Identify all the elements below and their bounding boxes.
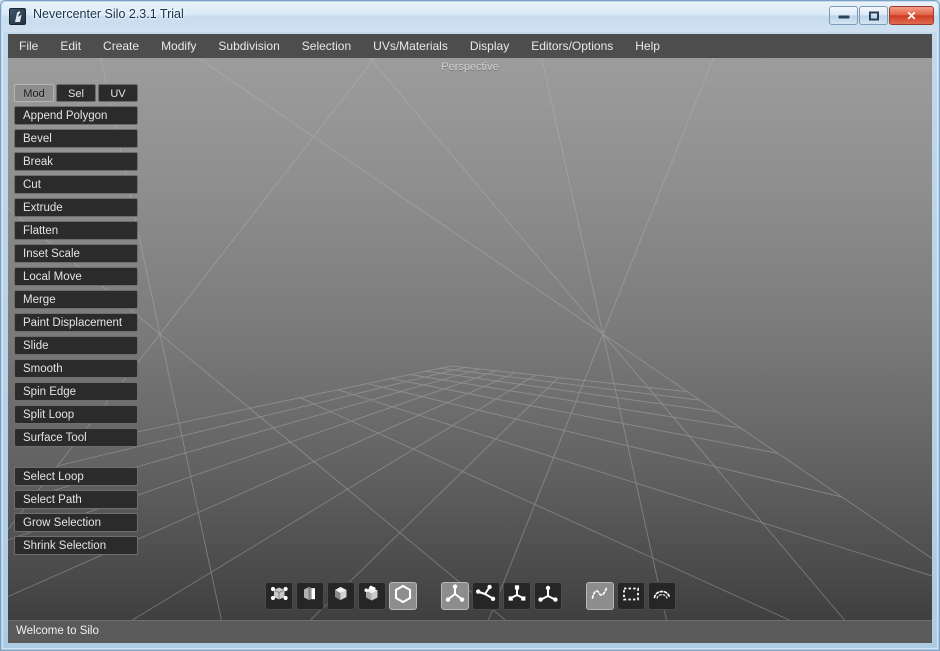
window-title: Nevercenter Silo 2.3.1 Trial: [33, 7, 184, 21]
tab-uv[interactable]: UV: [98, 84, 138, 102]
menu-editors-options[interactable]: Editors/Options: [520, 36, 624, 56]
tool-group-divider: [14, 451, 138, 467]
tab-mod[interactable]: Mod: [14, 84, 54, 102]
menu-uvs-materials[interactable]: UVs/Materials: [362, 36, 459, 56]
edge-mode-button[interactable]: [295, 582, 324, 610]
toolbar-group-gap-2: [565, 596, 583, 597]
toolbar-group-gap-1: [420, 596, 438, 597]
tool-append-polygon[interactable]: Append Polygon: [14, 106, 138, 125]
menu-file[interactable]: File: [8, 36, 49, 56]
perspective-grid: [8, 58, 932, 620]
tool-extrude[interactable]: Extrude: [14, 198, 138, 217]
paint-select-icon: [651, 583, 673, 610]
paint-select-button[interactable]: [647, 582, 676, 610]
status-message: Welcome to Silo: [16, 625, 99, 637]
scale-manipulator-icon: [506, 583, 528, 610]
rectangle-select-button[interactable]: [616, 582, 645, 610]
tool-flatten[interactable]: Flatten: [14, 221, 138, 240]
tool-paint-displacement[interactable]: Paint Displacement: [14, 313, 138, 332]
tool-panel: Mod Sel UV Append Polygon Bevel Break Cu…: [14, 84, 138, 559]
menu-subdivision[interactable]: Subdivision: [207, 36, 290, 56]
scale-manipulator-button[interactable]: [502, 582, 531, 610]
edge-mode-icon: [299, 583, 321, 610]
window-controls: ✕: [829, 6, 934, 25]
universal-manipulator-button[interactable]: [533, 582, 562, 610]
tool-smooth[interactable]: Smooth: [14, 359, 138, 378]
mode-toolbar: [8, 582, 932, 610]
tool-local-move[interactable]: Local Move: [14, 267, 138, 286]
tool-select-path[interactable]: Select Path: [14, 490, 138, 509]
object-mode-icon: [392, 583, 414, 610]
tool-inset-scale[interactable]: Inset Scale: [14, 244, 138, 263]
tool-bevel[interactable]: Bevel: [14, 129, 138, 148]
rotate-manipulator-button[interactable]: [471, 582, 500, 610]
menu-display[interactable]: Display: [459, 36, 520, 56]
lasso-select-button[interactable]: [585, 582, 614, 610]
title-bar[interactable]: Nevercenter Silo 2.3.1 Trial ✕: [2, 2, 938, 32]
tool-cut[interactable]: Cut: [14, 175, 138, 194]
tool-merge[interactable]: Merge: [14, 290, 138, 309]
face-mode-button[interactable]: [326, 582, 355, 610]
silo-logo-icon: [9, 8, 26, 25]
lasso-select-icon: [589, 583, 611, 610]
tool-surface-tool[interactable]: Surface Tool: [14, 428, 138, 447]
vertex-mode-icon: [268, 583, 290, 610]
tool-spin-edge[interactable]: Spin Edge: [14, 382, 138, 401]
tool-select-loop[interactable]: Select Loop: [14, 467, 138, 486]
tool-shrink-selection[interactable]: Shrink Selection: [14, 536, 138, 555]
perspective-viewport[interactable]: Perspective: [8, 58, 932, 620]
face-mode-icon: [330, 583, 352, 610]
multi-mode-button[interactable]: [357, 582, 386, 610]
tab-sel[interactable]: Sel: [56, 84, 96, 102]
menu-help[interactable]: Help: [624, 36, 671, 56]
close-icon: ✕: [906, 8, 917, 23]
rotate-manipulator-icon: [475, 583, 497, 610]
move-manipulator-button[interactable]: [440, 582, 469, 610]
maximize-button[interactable]: [859, 6, 888, 25]
tool-split-loop[interactable]: Split Loop: [14, 405, 138, 424]
viewport-label: Perspective: [441, 61, 499, 73]
application-window: Nevercenter Silo 2.3.1 Trial ✕ File Edit…: [0, 0, 940, 651]
menu-modify[interactable]: Modify: [150, 36, 207, 56]
menu-bar: File Edit Create Modify Subdivision Sele…: [8, 34, 932, 58]
client-area: Perspective Mod Sel UV Append Polygon Be…: [8, 58, 932, 620]
tool-grow-selection[interactable]: Grow Selection: [14, 513, 138, 532]
status-bar: Welcome to Silo: [8, 620, 932, 643]
minimize-button[interactable]: [829, 6, 858, 25]
tool-break[interactable]: Break: [14, 152, 138, 171]
menu-edit[interactable]: Edit: [49, 36, 92, 56]
tool-tabs: Mod Sel UV: [14, 84, 138, 102]
move-manipulator-icon: [444, 583, 466, 610]
menu-create[interactable]: Create: [92, 36, 150, 56]
multi-mode-icon: [361, 583, 383, 610]
menu-selection[interactable]: Selection: [291, 36, 362, 56]
vertex-mode-button[interactable]: [264, 582, 293, 610]
universal-manipulator-icon: [537, 583, 559, 610]
close-button[interactable]: ✕: [889, 6, 934, 25]
object-mode-button[interactable]: [388, 582, 417, 610]
rectangle-select-icon: [620, 583, 642, 610]
tool-slide[interactable]: Slide: [14, 336, 138, 355]
